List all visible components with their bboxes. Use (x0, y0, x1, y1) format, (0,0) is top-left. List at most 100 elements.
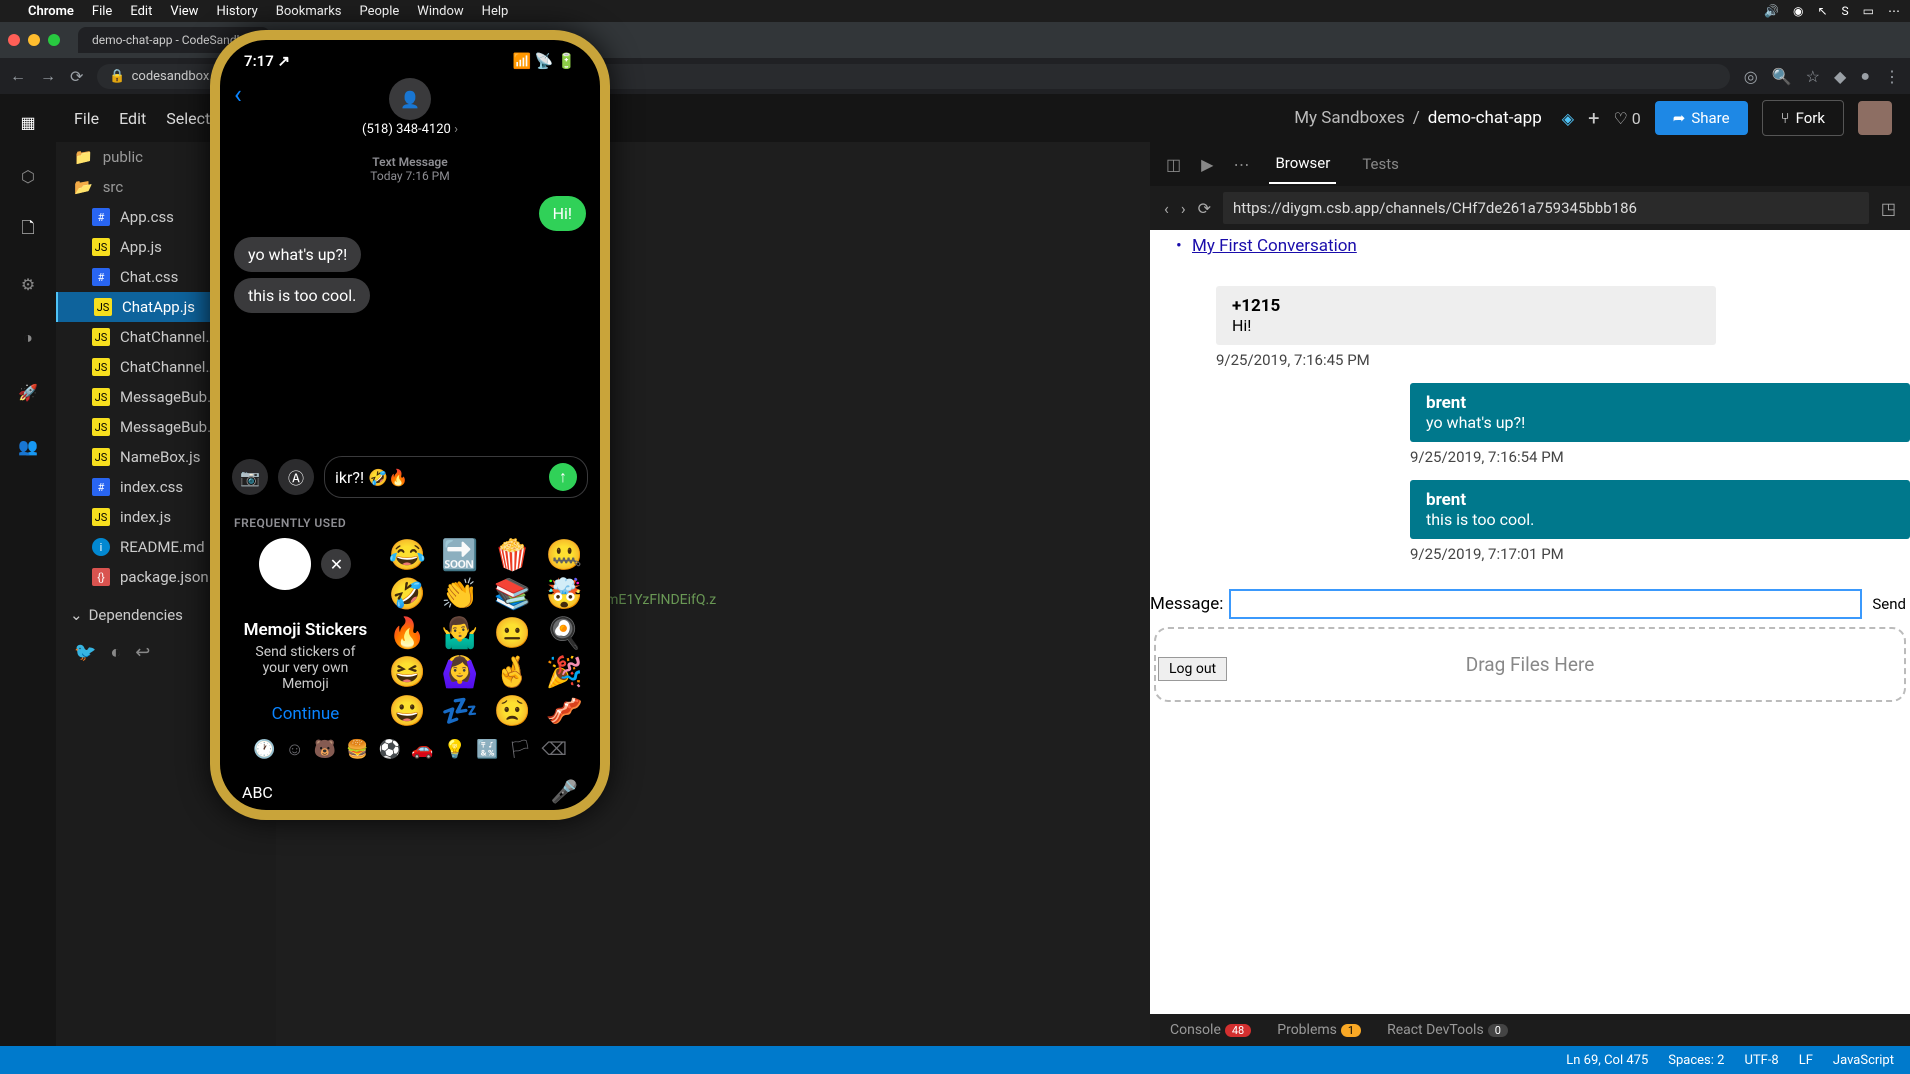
phone-send-icon[interactable]: ↑ (549, 463, 577, 491)
emoji-cat-objects-icon[interactable]: 💡 (444, 739, 466, 760)
message-input[interactable] (1229, 589, 1862, 619)
emoji-item[interactable]: 🥓 (546, 694, 586, 729)
mac-menu-file[interactable]: File (92, 4, 112, 19)
menu-dots-icon[interactable]: ⋯ (1888, 4, 1900, 18)
layout-icon[interactable]: ◫ (1166, 155, 1181, 174)
emoji-cat-symbols-icon[interactable]: 🔣 (476, 739, 498, 760)
new-window-icon[interactable]: ▶ (1201, 155, 1213, 174)
preview-back-icon[interactable]: ‹ (1164, 199, 1169, 218)
emoji-cat-food-icon[interactable]: 🍔 (346, 739, 368, 760)
volume-icon[interactable]: 🔊 (1764, 4, 1779, 18)
browser-reload-icon[interactable]: ⟳ (70, 67, 83, 86)
tab-tests[interactable]: Tests (1356, 145, 1405, 183)
mac-menu-people[interactable]: People (360, 4, 400, 19)
deploy-icon[interactable]: 🚀 (14, 378, 42, 406)
mac-menu-help[interactable]: Help (482, 4, 509, 19)
screen-icon[interactable]: ▭ (1863, 4, 1874, 18)
tab-browser[interactable]: Browser (1269, 144, 1336, 184)
status-language[interactable]: JavaScript (1833, 1053, 1894, 1068)
emoji-item[interactable]: 🔜 (441, 538, 481, 573)
browser-menu-icon[interactable]: ⋮ (1884, 67, 1900, 86)
github-social-icon[interactable]: ◐ (110, 642, 121, 663)
emoji-item[interactable]: 🍳 (546, 616, 586, 651)
preview-forward-icon[interactable]: › (1181, 199, 1186, 218)
files-icon[interactable]: 🗋 (14, 216, 42, 244)
memoji-avatar[interactable] (259, 538, 311, 590)
mac-menu-window[interactable]: Window (417, 4, 463, 19)
phone-contact-avatar[interactable]: 👤 (389, 78, 431, 120)
phone-back-icon[interactable]: ‹ (234, 80, 242, 110)
target-icon[interactable]: ◎ (1744, 67, 1758, 86)
phone-contact-number[interactable]: (518) 348-4120 (220, 122, 600, 137)
like-count[interactable]: ♡ 0 (1613, 109, 1640, 128)
emoji-cat-flags-icon[interactable]: 🏳 (509, 739, 532, 760)
tab-problems[interactable]: Problems1 (1277, 1022, 1361, 1038)
tab-console[interactable]: Console48 (1170, 1022, 1251, 1038)
abc-button[interactable]: ABC (242, 783, 273, 802)
emoji-item[interactable]: 😂 (389, 538, 429, 573)
diamond-icon[interactable]: ◈ (1562, 109, 1574, 128)
share-button[interactable]: ➦ Share (1655, 101, 1748, 135)
extension-icon[interactable]: ◆ (1834, 67, 1846, 86)
emoji-item[interactable]: 🔥 (389, 616, 429, 651)
app-menu-edit[interactable]: Edit (119, 109, 146, 128)
emoji-item[interactable]: 🤞 (493, 655, 533, 690)
memoji-close-icon[interactable]: ✕ (321, 549, 351, 579)
appstore-icon[interactable]: Ⓐ (278, 459, 314, 495)
profile-icon[interactable]: ● (1860, 66, 1870, 86)
emoji-cat-smileys-icon[interactable]: ☺ (285, 739, 303, 760)
emoji-item[interactable]: 😟 (493, 694, 533, 729)
status-eol[interactable]: LF (1799, 1053, 1813, 1068)
mac-menu-edit[interactable]: Edit (130, 4, 152, 19)
emoji-item[interactable]: 🍿 (493, 538, 533, 573)
emoji-item[interactable]: 🤯 (546, 577, 586, 612)
camera-icon[interactable]: 📷 (232, 459, 268, 495)
emoji-cat-travel-icon[interactable]: 🚗 (411, 739, 433, 760)
mic-icon[interactable]: 🎤 (551, 780, 578, 805)
emoji-item[interactable]: 🎉 (546, 655, 586, 690)
phone-message-bubble[interactable]: this is too cool. (234, 278, 370, 313)
preview-reload-icon[interactable]: ⟳ (1198, 199, 1211, 218)
more-icon[interactable]: ⋯ (1233, 155, 1249, 174)
sandbox-info-icon[interactable]: ▦ (14, 108, 42, 136)
emoji-cat-activity-icon[interactable]: ⚽ (379, 739, 401, 760)
preview-popout-icon[interactable]: ◳ (1881, 199, 1896, 218)
mac-menu-chrome[interactable]: Chrome (28, 4, 74, 19)
mac-menu-view[interactable]: View (170, 4, 198, 19)
add-sandbox-icon[interactable]: + (1588, 106, 1599, 130)
phone-message-input[interactable]: ikr?! 🤣🔥 ↑ (324, 456, 588, 498)
emoji-item[interactable]: 😆 (389, 655, 429, 690)
drag-files-zone[interactable]: Drag Files Here (1154, 627, 1906, 702)
feedback-icon[interactable]: ↩ (135, 642, 150, 663)
phone-home-indicator[interactable] (345, 817, 475, 820)
window-traffic-lights[interactable] (8, 34, 60, 46)
emoji-item[interactable]: 📚 (493, 577, 533, 612)
conversation-link[interactable]: My First Conversation (1150, 230, 1910, 258)
logout-button[interactable]: Log out (1158, 657, 1227, 681)
preview-url-input[interactable] (1223, 192, 1869, 224)
zoom-icon[interactable]: 🔍 (1772, 67, 1792, 86)
emoji-item[interactable]: 🙆‍♀️ (441, 655, 481, 690)
live-icon[interactable]: 👥 (14, 432, 42, 460)
memoji-continue-button[interactable]: Continue (234, 704, 377, 724)
tab-react-devtools[interactable]: React DevTools0 (1387, 1022, 1508, 1038)
status-spaces[interactable]: Spaces: 2 (1668, 1053, 1724, 1068)
wifi-icon[interactable]: ◉ (1793, 4, 1803, 18)
settings-icon[interactable]: ⚙ (14, 270, 42, 298)
mac-menu-bookmarks[interactable]: Bookmarks (276, 4, 342, 19)
emoji-item[interactable]: 😐 (493, 616, 533, 651)
twitter-icon[interactable]: 🐦 (74, 642, 96, 663)
status-s-icon[interactable]: S (1842, 4, 1849, 18)
emoji-item[interactable]: 🤣 (389, 577, 429, 612)
emoji-cat-animals-icon[interactable]: 🐻 (314, 739, 336, 760)
phone-message-bubble[interactable]: Hi! (539, 196, 586, 231)
emoji-cat-recent-icon[interactable]: 🕐 (253, 739, 275, 760)
browser-back-icon[interactable]: ← (10, 66, 26, 86)
mac-menu-history[interactable]: History (216, 4, 257, 19)
status-encoding[interactable]: UTF-8 (1744, 1053, 1778, 1068)
emoji-item[interactable]: 🤐 (546, 538, 586, 573)
fork-button[interactable]: ⑂ Fork (1762, 100, 1844, 136)
breadcrumb-parent[interactable]: My Sandboxes (1294, 108, 1405, 128)
emoji-item[interactable]: 😀 (389, 694, 429, 729)
explorer-icon[interactable]: ⬡ (14, 162, 42, 190)
